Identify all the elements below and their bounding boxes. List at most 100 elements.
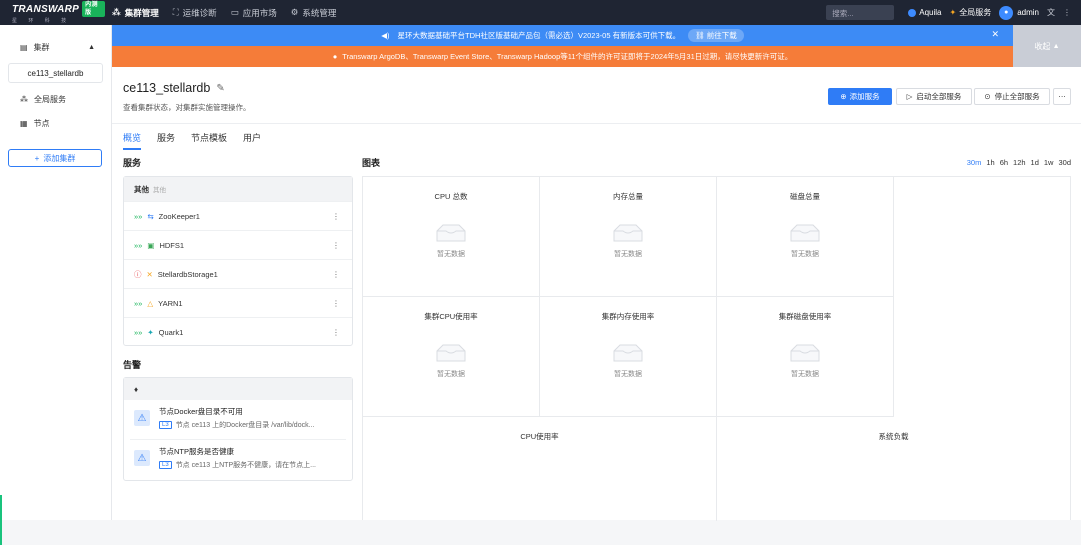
download-link[interactable]: ⛓ 前往下载 xyxy=(688,29,744,42)
nav-ops-diagnosis[interactable]: ⛶运维诊断 xyxy=(166,0,224,25)
global-services-link[interactable]: ✦全局服务 xyxy=(950,7,992,18)
more-vertical-icon[interactable]: ⋮ xyxy=(332,328,340,337)
alarms-section-title: 告警 xyxy=(123,358,141,371)
start-all-button[interactable]: ▷启动全部服务 xyxy=(896,88,972,105)
gear-icon: ⚙ xyxy=(291,7,299,18)
warning-banner: ● Transwarp ArgoDB、Transwarp Event Store… xyxy=(112,46,1013,67)
more-button[interactable]: ⋯ xyxy=(1053,88,1071,105)
range-30d[interactable]: 30d xyxy=(1058,158,1071,167)
market-icon: ▭ xyxy=(231,7,239,18)
main-content: ce113_stellardb ✎ 查看集群状态，对集群实施管理操作。 ⊕添加服… xyxy=(112,67,1081,520)
sidebar-item-nodes[interactable]: ▦节点 xyxy=(0,111,111,135)
tab-users[interactable]: 用户 xyxy=(243,131,261,150)
alarm-list-header: ♦ xyxy=(124,378,352,400)
chart-system-load: 系统负载 xyxy=(717,417,1070,521)
stop-icon: ⊙ xyxy=(984,92,990,101)
nav-system-management[interactable]: ⚙系统管理 xyxy=(284,0,344,25)
healthy-icon: »» xyxy=(134,328,142,337)
collapse-banner-button[interactable]: 收起 ▲ xyxy=(1013,25,1081,67)
page-title: ce113_stellardb ✎ xyxy=(123,81,225,95)
alarm-item[interactable]: ⚠ 节点Docker盘目录不可用 L3节点 ce113 上的Docker盘目录 … xyxy=(130,400,346,440)
tab-services[interactable]: 服务 xyxy=(157,131,175,150)
alarms-panel: ♦ ⚠ 节点Docker盘目录不可用 L3节点 ce113 上的Docker盘目… xyxy=(123,377,353,481)
page-subtitle: 查看集群状态，对集群实施管理操作。 xyxy=(123,102,251,113)
add-cluster-button[interactable]: +添加集群 xyxy=(8,149,102,167)
global-services-icon: ✦ xyxy=(950,8,957,17)
alert-triangle-icon: ⚠ xyxy=(134,450,150,466)
range-1h[interactable]: 1h xyxy=(986,158,994,167)
service-group-header: 其他其他 xyxy=(124,177,352,201)
logo-text: TRANSWARP xyxy=(12,4,79,15)
service-row-hdfs[interactable]: »» ▣ HDFS1⋮ xyxy=(124,230,352,259)
empty-box-icon xyxy=(788,223,822,243)
more-vertical-icon[interactable]: ⋮ xyxy=(1063,8,1071,17)
tab-overview[interactable]: 概览 xyxy=(123,131,141,150)
sidebar-indicator xyxy=(0,495,2,545)
global-services-icon: ⁂ xyxy=(20,95,28,104)
chart-cluster-memory-usage: 集群内存使用率 暂无数据 xyxy=(540,297,717,417)
range-1d[interactable]: 1d xyxy=(1031,158,1039,167)
quark-icon: ✦ xyxy=(147,328,153,337)
diagnosis-icon: ⛶ xyxy=(173,7,179,18)
service-row-quark[interactable]: »» ✦ Quark1⋮ xyxy=(124,317,352,346)
top-bar: TRANSWARP内测版 星 环 科 技 ⁂集群管理 ⛶运维诊断 ▭应用市场 ⚙… xyxy=(0,0,1081,25)
chart-memory-total: 内存总量 暂无数据 xyxy=(540,177,717,297)
aquila-link[interactable]: Aquila xyxy=(908,8,941,17)
services-panel: 其他其他 »» ⇆ ZooKeeper1⋮ »» ▣ HDFS1⋮ ⓘ ✕ St… xyxy=(123,176,353,346)
alarm-desc: 节点 ce113 上NTP服务不健康，请在节点上... xyxy=(176,460,316,470)
plus-icon: + xyxy=(35,154,40,163)
add-service-icon: ⊕ xyxy=(840,92,846,101)
more-vertical-icon[interactable]: ⋮ xyxy=(332,299,340,308)
stellardb-icon: ✕ xyxy=(147,270,153,279)
hdfs-icon: ▣ xyxy=(147,241,154,250)
nav-cluster-management[interactable]: ⁂集群管理 xyxy=(105,0,166,25)
sidebar-item-cluster[interactable]: ▤集群▲ xyxy=(0,35,111,59)
more-vertical-icon[interactable]: ⋮ xyxy=(332,241,340,250)
speaker-icon: ◀) xyxy=(381,31,389,40)
add-service-button[interactable]: ⊕添加服务 xyxy=(828,88,892,105)
more-vertical-icon[interactable]: ⋮ xyxy=(332,270,340,279)
cluster-icon: ⁂ xyxy=(112,7,121,18)
chart-cpu-total: CPU 总数 暂无数据 xyxy=(363,177,540,297)
alarm-title: 节点Docker盘目录不可用 xyxy=(159,406,243,417)
search-input[interactable]: 搜索... xyxy=(826,5,894,20)
cluster-icon: ▤ xyxy=(20,43,28,52)
alarm-item[interactable]: ⚠ 节点NTP服务是否健康 L3节点 ce113 上NTP服务不健康，请在节点上… xyxy=(130,440,346,480)
range-30m[interactable]: 30m xyxy=(967,158,982,167)
alarm-level-badge: L3 xyxy=(159,421,172,429)
service-row-yarn[interactable]: »» △ YARN1⋮ xyxy=(124,288,352,317)
range-12h[interactable]: 12h xyxy=(1013,158,1026,167)
avatar: ● xyxy=(999,6,1013,20)
chart-cluster-cpu-usage: 集群CPU使用率 暂无数据 xyxy=(363,297,540,417)
logo-sub: 星 环 科 技 xyxy=(12,18,105,24)
main-nav: ⁂集群管理 ⛶运维诊断 ▭应用市场 ⚙系统管理 xyxy=(105,0,343,25)
services-section-title: 服务 xyxy=(123,156,141,169)
chart-cpu-usage: CPU使用率 xyxy=(363,417,717,521)
service-row-zookeeper[interactable]: »» ⇆ ZooKeeper1⋮ xyxy=(124,201,352,230)
logo[interactable]: TRANSWARP内测版 星 环 科 技 xyxy=(0,1,105,24)
charts-section-title: 图表 xyxy=(362,156,380,169)
chart-disk-total: 磁盘总量 暂无数据 xyxy=(717,177,894,297)
charts-grid: CPU 总数 暂无数据 内存总量 暂无数据 磁盘总量 暂无数据 集群CPU使用率… xyxy=(362,176,1071,520)
more-vertical-icon[interactable]: ⋮ xyxy=(332,212,340,221)
tab-node-templates[interactable]: 节点模板 xyxy=(191,131,227,150)
service-row-stellardbstorage[interactable]: ⓘ ✕ StellardbStorage1⋮ xyxy=(124,259,352,288)
zookeeper-icon: ⇆ xyxy=(147,212,153,221)
user-menu[interactable]: ●admin xyxy=(999,6,1039,20)
translate-icon[interactable]: 文 xyxy=(1047,7,1055,18)
stop-all-button[interactable]: ⊙停止全部服务 xyxy=(974,88,1050,105)
nav-app-market[interactable]: ▭应用市场 xyxy=(224,0,284,25)
healthy-icon: »» xyxy=(134,212,142,221)
close-icon[interactable]: ✕ xyxy=(991,29,999,40)
empty-box-icon xyxy=(788,343,822,363)
sidebar-item-ce113-stellardb[interactable]: ce113_stellardb xyxy=(8,63,103,83)
edit-icon[interactable]: ✎ xyxy=(216,83,224,94)
empty-box-icon xyxy=(434,223,468,243)
healthy-icon: »» xyxy=(134,299,142,308)
range-1w[interactable]: 1w xyxy=(1044,158,1054,167)
info-banner: ◀) 星环大数据基础平台TDH社区版基础产品包（需必选）V2023-05 有新版… xyxy=(112,25,1013,46)
sidebar-item-global-services[interactable]: ⁂全局服务 xyxy=(0,87,111,111)
error-icon: ⓘ xyxy=(134,269,142,280)
alarm-desc: 节点 ce113 上的Docker盘目录 /var/lib/dock... xyxy=(176,420,315,430)
range-6h[interactable]: 6h xyxy=(1000,158,1008,167)
